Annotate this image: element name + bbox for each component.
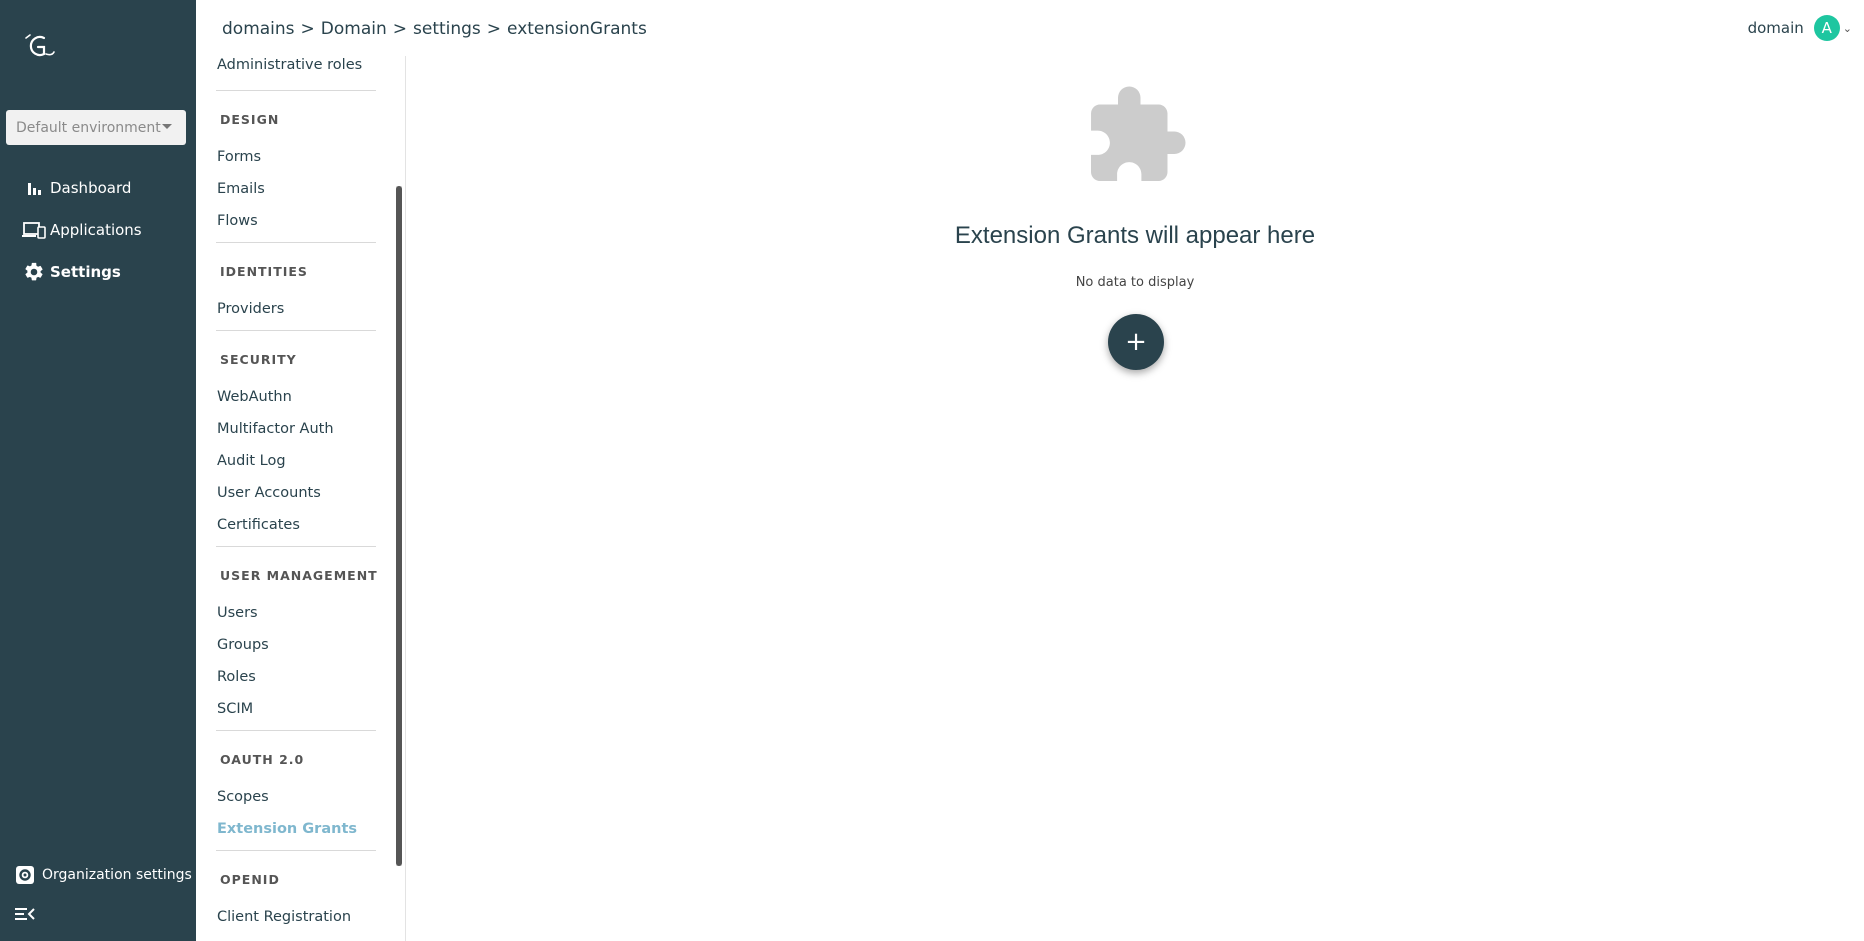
menu-item-flows[interactable]: Flows xyxy=(217,213,258,229)
section-security: SECURITY xyxy=(220,352,297,367)
menu-item-roles[interactable]: Roles xyxy=(217,669,256,685)
divider xyxy=(216,90,376,91)
breadcrumb-separator: > xyxy=(392,19,407,39)
environment-select-value: Default environment xyxy=(16,120,161,136)
plus-icon: + xyxy=(1125,327,1147,357)
menu-item-forms[interactable]: Forms xyxy=(217,149,261,165)
nav-applications[interactable]: Applications xyxy=(22,216,142,244)
breadcrumb-separator: > xyxy=(486,19,502,39)
environment-select[interactable]: Default environment xyxy=(6,110,186,145)
nav-settings[interactable]: Settings xyxy=(22,258,121,286)
nav-dashboard-label: Dashboard xyxy=(50,179,132,197)
gear-icon xyxy=(22,260,46,284)
organization-settings-label: Organization settings xyxy=(42,867,192,883)
menu-item-webauthn[interactable]: WebAuthn xyxy=(217,389,292,405)
section-oauth: OAUTH 2.0 xyxy=(220,752,305,767)
breadcrumb-item-domain[interactable]: Domain xyxy=(321,19,387,39)
breadcrumb-separator: > xyxy=(300,19,315,39)
nav-dashboard[interactable]: Dashboard xyxy=(22,174,131,202)
breadcrumb-item-current: extensionGrants xyxy=(507,19,647,39)
menu-item-scopes[interactable]: Scopes xyxy=(217,789,269,805)
user-menu[interactable]: domain A ⌄ xyxy=(1748,15,1852,41)
logo-icon[interactable] xyxy=(22,32,62,64)
puzzle-piece-icon xyxy=(1082,82,1190,190)
section-design: DESIGN xyxy=(220,112,280,127)
chevron-down-icon xyxy=(162,124,172,129)
divider xyxy=(216,730,376,731)
breadcrumb-item-settings[interactable]: settings xyxy=(413,19,481,39)
divider xyxy=(216,242,376,243)
user-name: domain xyxy=(1747,19,1804,37)
nav-settings-label: Settings xyxy=(50,263,121,281)
section-openid: OPENID xyxy=(220,872,280,887)
divider xyxy=(216,546,376,547)
scrollbar-thumb[interactable] xyxy=(396,186,402,866)
menu-item-certificates[interactable]: Certificates xyxy=(217,517,300,533)
collapse-menu-icon[interactable] xyxy=(14,905,36,923)
menu-item-client-registration[interactable]: Client Registration xyxy=(217,909,351,925)
organization-settings-link[interactable]: Organization settings xyxy=(14,864,192,886)
settings-menu: Administrative roles DESIGN Forms Emails… xyxy=(196,56,406,941)
menu-item-groups[interactable]: Groups xyxy=(217,637,269,653)
empty-state-subtitle: No data to display xyxy=(1075,275,1195,290)
menu-item-multifactor-auth[interactable]: Multifactor Auth xyxy=(217,421,334,437)
add-extension-grant-button[interactable]: + xyxy=(1108,314,1164,370)
section-identities: IDENTITIES xyxy=(220,264,308,279)
section-user-management: USER MANAGEMENT xyxy=(220,568,378,583)
main-sidebar: Default environment Dashboard Applicatio… xyxy=(0,0,196,941)
breadcrumb-item-domains[interactable]: domains xyxy=(222,19,295,39)
empty-state: Extension Grants will appear here No dat… xyxy=(406,80,1864,400)
menu-item-providers[interactable]: Providers xyxy=(217,301,284,317)
nav-applications-label: Applications xyxy=(50,221,142,239)
bar-chart-icon xyxy=(22,176,46,200)
chevron-down-icon[interactable]: ⌄ xyxy=(1843,22,1852,35)
empty-state-title: Extension Grants will appear here xyxy=(954,222,1316,249)
menu-item-user-accounts[interactable]: User Accounts xyxy=(217,485,321,501)
menu-item-audit-log[interactable]: Audit Log xyxy=(217,453,286,469)
divider xyxy=(216,850,376,851)
menu-item-emails[interactable]: Emails xyxy=(217,181,265,197)
menu-item-users[interactable]: Users xyxy=(217,605,258,621)
menu-item-scim[interactable]: SCIM xyxy=(217,701,253,717)
devices-icon xyxy=(22,218,46,242)
breadcrumb: domains > Domain > settings > extensionGrants xyxy=(222,19,647,39)
divider xyxy=(216,330,376,331)
avatar[interactable]: A xyxy=(1813,15,1840,41)
menu-item-administrative-roles[interactable]: Administrative roles xyxy=(217,57,362,73)
menu-item-extension-grants[interactable]: Extension Grants xyxy=(217,821,357,837)
gear-box-icon xyxy=(14,864,36,886)
